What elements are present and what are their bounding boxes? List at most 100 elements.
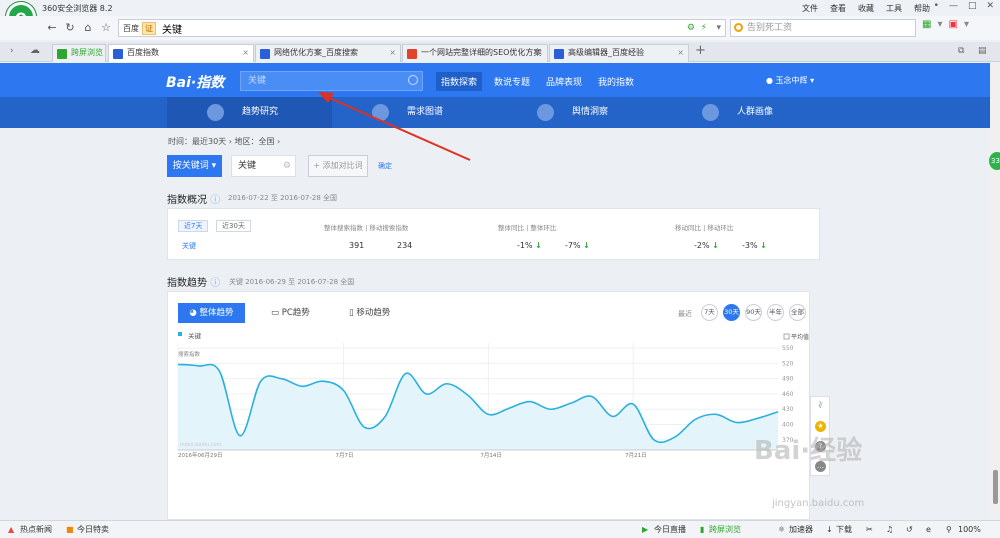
menu-help[interactable]: 帮助 — [914, 3, 930, 14]
tab-cross-screen[interactable]: 跨屏浏览 — [52, 44, 106, 62]
new-tab-icon[interactable]: + — [695, 43, 706, 58]
subnav-sentiment[interactable]: 舆情洞察 — [497, 97, 662, 128]
url-text[interactable]: 关键 — [162, 21, 182, 36]
tab-label: 网络优化方案_百度搜索 — [274, 48, 358, 57]
minimize-icon[interactable]: — — [949, 1, 958, 11]
calendar-icon[interactable]: ▣ — [948, 19, 957, 30]
close-tab-icon[interactable]: × — [389, 45, 396, 61]
menu-favorites[interactable]: 收藏 — [858, 3, 874, 14]
user-menu[interactable]: ● 玉念中辉 ▾ — [766, 75, 814, 86]
keyword-field[interactable]: 关键 ⚙ — [231, 155, 296, 177]
nav-index-explore[interactable]: 指数探索 — [436, 72, 483, 91]
tab-whole-label: 整体趋势 — [199, 308, 234, 318]
download-link[interactable]: 下载 — [836, 521, 852, 538]
gift-icon[interactable]: ■ — [66, 521, 74, 538]
floating-badge[interactable]: 33 — [989, 152, 1000, 170]
cloud-icon[interactable]: ☁ — [30, 45, 40, 56]
play-icon[interactable]: ▶ — [642, 521, 648, 538]
scrollbar-thumb[interactable] — [993, 470, 998, 504]
range-half-year[interactable]: 半年 — [767, 304, 784, 321]
security-icon[interactable]: ⚙ — [687, 23, 695, 33]
tab-mobile-trend[interactable]: ▯ 移动趋势 — [349, 303, 390, 323]
zoom-level[interactable]: 100% — [958, 521, 981, 538]
add-compare-button[interactable]: + 添加对比词 — [308, 155, 368, 177]
daily-deals[interactable]: 今日特卖 — [77, 521, 109, 538]
range-90d[interactable]: 90天 — [745, 304, 762, 321]
help-icon[interactable]: ⓘ — [210, 195, 220, 206]
scissors-icon[interactable]: ✂ — [866, 521, 873, 538]
keyword-search-input[interactable]: 关键 — [240, 71, 423, 91]
fire-icon[interactable]: ▲ — [8, 521, 14, 538]
menu-tools[interactable]: 工具 — [886, 3, 902, 14]
gear-icon[interactable]: ⚙ — [283, 156, 291, 176]
close-icon[interactable]: ✕ — [986, 1, 994, 11]
search-input[interactable]: 告别死工资 — [730, 19, 916, 37]
close-tab-icon[interactable]: × — [536, 45, 543, 61]
status-bar: ▲ 热点新闻 ■ 今日特卖 ▶ 今日直播 ▮ 跨屏浏览 ⚛ 加速器 ↓ 下载 ✂… — [0, 520, 1000, 538]
overall-yoy-text: -1% — [517, 241, 533, 250]
menu-view[interactable]: 查看 — [830, 3, 846, 14]
share-icon[interactable]: ↺ — [906, 521, 913, 538]
home-icon[interactable]: ⌂ — [80, 20, 96, 36]
refresh-icon[interactable]: ↻ — [62, 20, 78, 36]
legend-label[interactable]: 关键 — [188, 331, 202, 340]
tab-seo-plan[interactable]: 一个网站完整详细的SEO优化方案 × — [402, 44, 548, 62]
range-7d[interactable]: 7天 — [701, 304, 718, 321]
sidebar-toggle-icon[interactable]: › — [10, 46, 14, 56]
nav-topics[interactable]: 数说专题 — [489, 72, 535, 91]
overview-keyword[interactable]: 关键 — [182, 241, 196, 251]
apps-dropdown-icon[interactable]: ▾ — [937, 19, 942, 30]
trend-chart[interactable]: 关键 平均值 搜索指数 5505204904604304003702016年06… — [168, 328, 811, 518]
search-engine-icon[interactable] — [734, 23, 743, 32]
dropdown-icon[interactable]: ▾ — [716, 23, 721, 33]
favorite-star-icon[interactable]: ☆ — [98, 20, 114, 36]
breadcrumb[interactable]: 时间：最近30天 › 地区：全国 › — [168, 136, 280, 147]
apps-icon[interactable]: ▦ — [922, 19, 931, 30]
baidu-index-logo[interactable]: Bai·指数 — [166, 72, 224, 92]
ie-icon[interactable]: e — [926, 521, 931, 538]
hot-news[interactable]: 热点新闻 — [20, 521, 52, 538]
range-all[interactable]: 全部 — [789, 304, 806, 321]
phone-icon[interactable]: ▮ — [700, 521, 704, 538]
close-tab-icon[interactable]: × — [677, 45, 684, 61]
cert-badge[interactable]: 证 — [142, 21, 156, 35]
accelerator-icon[interactable]: ⚛ — [778, 521, 785, 538]
subnav-demand[interactable]: 需求图谱 — [332, 97, 497, 128]
cross-screen-link[interactable]: 跨屏浏览 — [709, 521, 741, 538]
seg-7days[interactable]: 近7天 — [178, 220, 209, 232]
download-icon[interactable]: ↓ — [826, 521, 833, 538]
tab-restore-icon[interactable]: ⧉ — [958, 46, 964, 56]
subnav-trend[interactable]: 趋势研究 — [167, 97, 332, 128]
range-30d[interactable]: 30天 — [723, 304, 740, 321]
address-bar[interactable]: 百度 证 关键 ⚙ ⚡ ▾ — [118, 19, 726, 37]
skin-icon[interactable]: • — [934, 1, 939, 11]
confirm-link[interactable]: 确定 — [378, 161, 392, 171]
share-icon[interactable]: ∛ — [815, 401, 826, 412]
tab-whole-trend[interactable]: ◕ 整体趋势 — [178, 303, 245, 323]
live-link[interactable]: 今日直播 — [654, 521, 686, 538]
avg-checkbox[interactable] — [783, 333, 790, 340]
maximize-icon[interactable]: □ — [968, 1, 977, 11]
menu-dropdown-icon[interactable]: ▾ — [964, 19, 969, 30]
search-icon[interactable] — [408, 75, 418, 85]
seg-30days[interactable]: 近30天 — [216, 220, 251, 232]
menu-file[interactable]: 文件 — [802, 3, 818, 14]
back-icon[interactable]: ← — [44, 20, 60, 36]
close-tab-icon[interactable]: × — [242, 45, 249, 61]
zoom-icon[interactable]: ⚲ — [946, 521, 952, 538]
tab-list-icon[interactable]: ▤ — [978, 46, 987, 56]
keyword-mode-button[interactable]: 按关键词 ▾ — [167, 155, 222, 177]
tab-editor[interactable]: 高级编辑器_百度经验 × — [549, 44, 689, 62]
accelerator-link[interactable]: 加速器 — [789, 521, 813, 538]
nav-my-index[interactable]: 我的指数 — [593, 72, 639, 91]
tab-network-optimization[interactable]: 网络优化方案_百度搜索 × — [255, 44, 401, 62]
help-icon[interactable]: ⓘ — [210, 278, 220, 289]
tab-pc-trend[interactable]: ▭ PC趋势 — [271, 303, 310, 323]
tab-baidu-index[interactable]: 百度指数 × — [108, 44, 254, 62]
page-scrollbar[interactable] — [990, 63, 1000, 520]
speed-icon[interactable]: ⚡ — [701, 23, 707, 33]
nav-brand[interactable]: 品牌表现 — [541, 72, 587, 91]
subnav-audience[interactable]: 人群画像 — [662, 97, 827, 128]
monitor-icon: ▭ — [271, 308, 282, 318]
mute-icon[interactable]: ♫ — [886, 521, 893, 538]
